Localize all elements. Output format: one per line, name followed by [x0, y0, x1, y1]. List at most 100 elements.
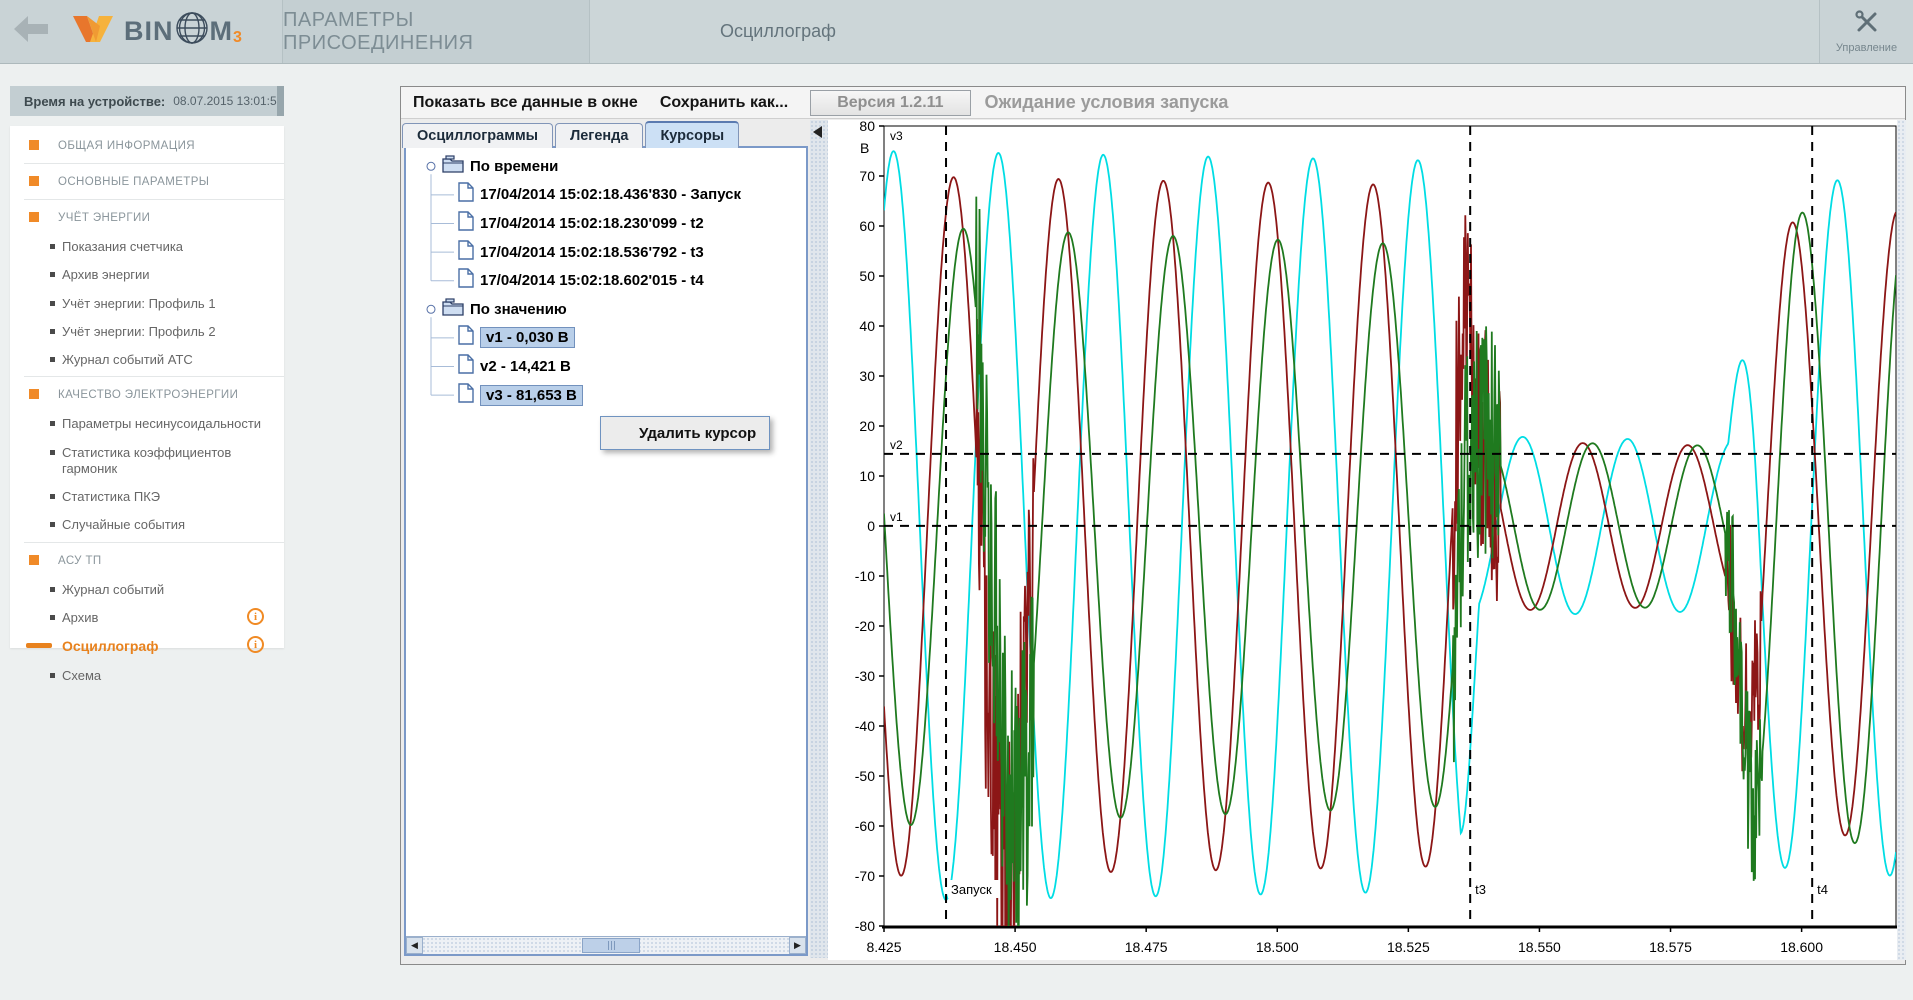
value-cursor-label-v3: v3 [890, 129, 903, 143]
bullet-icon [50, 673, 55, 678]
sidebar-item-label: ОБЩАЯ ИНФОРМАЦИЯ [58, 140, 195, 152]
x-tick-label: 18.450 [994, 939, 1037, 955]
sidebar-item-5[interactable]: Архив энергии [10, 261, 284, 289]
sidebar-item-13[interactable]: Случайные события [10, 511, 284, 539]
info-icon[interactable]: i [247, 608, 264, 625]
sidebar-item-label: Показания счетчика [62, 239, 183, 255]
bullet-icon [50, 615, 55, 620]
sidebar-item-16[interactable]: Архив i [10, 604, 284, 632]
y-tick-label: -70 [855, 868, 875, 884]
waveform-plot[interactable]: 80706050403020100-10-20-30-40-50-60-70-8… [828, 120, 1906, 960]
y-tick-label: -30 [855, 668, 875, 684]
tree-item-label: По значению [470, 301, 567, 318]
tree-item-label: 17/04/2014 15:02:18.602'015 - t4 [480, 272, 704, 289]
save-as-button[interactable]: Сохранить как... [660, 94, 788, 112]
scrollbar-thumb[interactable] [582, 938, 640, 953]
tree-item-label-selected: v1 - 0,030 В [480, 327, 575, 348]
bullet-icon [50, 272, 55, 277]
binom3-webapp: BIN M3 ПАРАМЕТРЫ ПРИСОЕДИНЕНИЯ Осци [0, 0, 1913, 1000]
y-tick-label: -10 [855, 568, 875, 584]
tab-3[interactable]: Курсоры [645, 121, 739, 148]
device-time-bar: Время на устройстве: 08.07.2015 13:01:50 [10, 86, 284, 116]
tab-bar: ОсциллограммыЛегендаКурсоры [402, 120, 741, 147]
y-tick-label: -40 [855, 718, 875, 734]
bullet-icon [50, 421, 55, 426]
collapse-left-icon[interactable] [813, 126, 822, 138]
sidebar-item-1[interactable]: ОБЩАЯ ИНФОРМАЦИЯ [10, 130, 284, 161]
x-tick-label: 18.475 [1125, 939, 1168, 955]
sidebar-item-label: УЧЁТ ЭНЕРГИИ [58, 212, 150, 224]
tab-2[interactable]: Легенда [555, 123, 643, 148]
sidebar-item-label: Архив [62, 610, 98, 626]
tree-item[interactable]: 17/04/2014 15:02:18.230'099 - t2 [408, 209, 804, 238]
sidebar-item-15[interactable]: Журнал событий [10, 576, 284, 604]
delete-cursor-button[interactable]: Удалить курсор [600, 416, 770, 450]
tree-group[interactable]: По времени [408, 152, 804, 181]
management-button[interactable]: Управление [1820, 0, 1913, 63]
sidebar-item-11[interactable]: Статистика коэффициентов гармоник [10, 439, 284, 484]
sidebar-item-12[interactable]: Статистика ПКЭ [10, 483, 284, 511]
tree-group[interactable]: По значению [408, 295, 804, 324]
app-header: BIN M3 ПАРАМЕТРЫ ПРИСОЕДИНЕНИЯ Осци [0, 0, 1913, 64]
sidebar-item-10[interactable]: Параметры несинусоидальности [10, 410, 284, 438]
y-unit-label: В [860, 140, 869, 156]
sidebar-item-14[interactable]: АСУ ТП [10, 545, 284, 576]
trigger-status-text: Ожидание условия запуска [985, 92, 1229, 113]
globe-icon [175, 11, 209, 52]
tree-item[interactable]: v2 - 14,421 В [408, 352, 804, 381]
tree-item[interactable]: 17/04/2014 15:02:18.536'792 - t3 [408, 238, 804, 267]
y-tick-label: -80 [855, 918, 875, 934]
tree-item[interactable]: 17/04/2014 15:02:18.602'015 - t4 [408, 266, 804, 295]
y-tick-label: 80 [859, 120, 875, 134]
sidebar-item-6[interactable]: Учёт энергии: Профиль 1 [10, 290, 284, 318]
bullet-icon [50, 522, 55, 527]
management-label: Управление [1836, 42, 1897, 54]
y-tick-label: 70 [859, 168, 875, 184]
sidebar-item-label: Учёт энергии: Профиль 2 [62, 324, 216, 340]
show-all-data-button[interactable]: Показать все данные в окне [413, 94, 638, 112]
oscillogram-chart[interactable]: 80706050403020100-10-20-30-40-50-60-70-8… [828, 120, 1906, 960]
folder-icon [442, 298, 464, 321]
tree-item[interactable]: v1 - 0,030 В [408, 324, 804, 353]
sidebar-item-17[interactable]: Осциллографi [10, 632, 284, 662]
y-tick-label: 60 [859, 218, 875, 234]
tree-horizontal-scrollbar[interactable]: ◀ ▶ [406, 936, 806, 954]
sidebar-item-4[interactable]: Показания счетчика [10, 233, 284, 261]
sidebar-item-label: Статистика ПКЭ [62, 489, 160, 505]
sidebar-item-label: ОСНОВНЫЕ ПАРАМЕТРЫ [58, 176, 209, 188]
sidebar-item-18[interactable]: Схема [10, 662, 284, 690]
sidebar-item-9[interactable]: КАЧЕСТВО ЭЛЕКТРОЭНЕРГИИ [10, 379, 284, 410]
tab-1[interactable]: Осциллограммы [402, 123, 553, 148]
sidebar-item-2[interactable]: ОСНОВНЫЕ ПАРАМЕТРЫ [10, 166, 284, 197]
value-cursor-label-v2: v2 [890, 438, 903, 452]
bullet-icon [50, 301, 55, 306]
scroll-right-button[interactable]: ▶ [789, 937, 806, 954]
scroll-left-button[interactable]: ◀ [406, 937, 423, 954]
y-tick-label: -20 [855, 618, 875, 634]
binom-logo: BIN M3 [124, 11, 243, 52]
sidebar-item-8[interactable]: Журнал событий АТС [10, 346, 284, 374]
info-icon[interactable]: i [247, 636, 264, 653]
tree-item-label: По времени [470, 158, 558, 175]
bullet-icon [50, 587, 55, 592]
back-arrow-icon[interactable] [14, 16, 48, 47]
nav-oscillograph[interactable]: Осциллограф [590, 0, 1820, 63]
tree-item[interactable]: 17/04/2014 15:02:18.436'830 - Запуск [408, 181, 804, 210]
document-icon [458, 240, 474, 265]
splitpane-divider[interactable] [810, 120, 828, 958]
cursor-tree: По времени 17/04/2014 15:02:18.436'830 - … [408, 152, 804, 930]
sidebar-item-3[interactable]: УЧЁТ ЭНЕРГИИ [10, 202, 284, 233]
document-icon [458, 268, 474, 293]
version-button[interactable]: Версия 1.2.11 [810, 90, 970, 116]
sidebar-item-7[interactable]: Учёт энергии: Профиль 2 [10, 318, 284, 346]
chart-vertical-scrollbar[interactable] [1897, 120, 1906, 960]
y-tick-label: 40 [859, 318, 875, 334]
tree-item[interactable]: v3 - 81,653 В [408, 381, 804, 410]
nav-oscillograph-label: Осциллограф [720, 21, 836, 42]
nav-connection-parameters[interactable]: ПАРАМЕТРЫ ПРИСОЕДИНЕНИЯ [283, 0, 590, 63]
bullet-icon [29, 389, 39, 399]
x-tick-label: 18.550 [1518, 939, 1561, 955]
active-item-dash [26, 643, 52, 648]
bullet-icon [50, 244, 55, 249]
device-time-label: Время на устройстве: [24, 94, 165, 109]
